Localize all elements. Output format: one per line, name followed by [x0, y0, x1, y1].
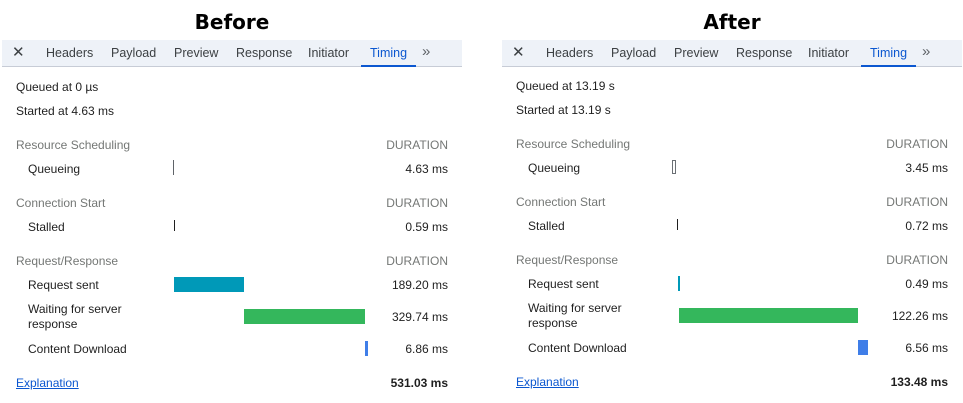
stalled-label: Stalled	[28, 220, 65, 234]
tab-preview[interactable]: Preview	[174, 40, 218, 66]
more-tabs-icon[interactable]: »	[422, 40, 430, 66]
download-value: 6.86 ms	[405, 342, 448, 356]
tab-response[interactable]: Response	[236, 40, 292, 66]
tab-response[interactable]: Response	[736, 40, 792, 66]
explanation-link[interactable]: Explanation	[16, 376, 79, 390]
request-sent-label: Request sent	[528, 277, 599, 291]
queueing-label: Queueing	[528, 161, 581, 175]
stalled-value: 0.72 ms	[905, 219, 948, 233]
section-resource-scheduling: Resource Scheduling	[16, 138, 131, 152]
duration-header: DURATION	[886, 195, 948, 209]
panel-title: Before	[194, 10, 270, 34]
queueing-label: Queueing	[28, 162, 81, 176]
total-duration: 133.48 ms	[890, 375, 948, 389]
more-tabs-icon[interactable]: »	[922, 40, 930, 66]
duration-header: DURATION	[386, 138, 448, 152]
stalled-label: Stalled	[528, 219, 565, 233]
started-at: Started at 13.19 s	[516, 103, 611, 117]
download-value: 6.56 ms	[905, 341, 948, 355]
tab-preview[interactable]: Preview	[674, 40, 718, 66]
waiting-value: 329.74 ms	[391, 310, 448, 324]
duration-header: DURATION	[886, 137, 948, 151]
panel-title: After	[703, 10, 761, 34]
section-request-response: Request/Response	[16, 254, 119, 268]
queueing-bar	[173, 160, 174, 175]
tab-bar: ✕ Headers Payload Preview Response Initi…	[502, 40, 962, 67]
request-sent-value: 189.20 ms	[391, 278, 448, 292]
request-sent-label: Request sent	[28, 278, 99, 292]
tab-payload[interactable]: Payload	[611, 40, 656, 66]
download-label: Content Download	[28, 342, 127, 356]
close-icon[interactable]: ✕	[12, 40, 25, 66]
queueing-value: 3.45 ms	[905, 161, 948, 175]
tab-payload[interactable]: Payload	[111, 40, 156, 66]
tab-initiator[interactable]: Initiator	[808, 40, 849, 66]
request-sent-value: 0.49 ms	[905, 277, 948, 291]
queueing-value: 4.63 ms	[405, 162, 448, 176]
section-request-response: Request/Response	[516, 253, 619, 267]
waiting-bar	[679, 308, 858, 323]
tab-headers[interactable]: Headers	[46, 40, 93, 66]
request-sent-bar	[678, 276, 680, 291]
waiting-bar	[244, 309, 365, 324]
tab-initiator[interactable]: Initiator	[308, 40, 349, 66]
tab-bar: ✕ Headers Payload Preview Response Initi…	[2, 40, 462, 67]
duration-header: DURATION	[386, 254, 448, 268]
waiting-label: Waiting for server response	[528, 301, 622, 330]
stalled-bar	[174, 220, 175, 231]
section-connection-start: Connection Start	[16, 196, 106, 210]
after-panel: After ✕ Headers Payload Preview Response…	[502, 0, 962, 403]
tab-timing[interactable]: Timing	[360, 40, 417, 67]
duration-header: DURATION	[386, 196, 448, 210]
download-label: Content Download	[528, 341, 627, 355]
stalled-value: 0.59 ms	[405, 220, 448, 234]
stalled-bar	[677, 219, 678, 230]
waiting-value: 122.26 ms	[891, 309, 948, 323]
section-resource-scheduling: Resource Scheduling	[516, 137, 631, 151]
download-bar	[858, 340, 868, 355]
request-sent-bar	[174, 277, 244, 292]
started-at: Started at 4.63 ms	[16, 104, 115, 118]
total-duration: 531.03 ms	[390, 376, 448, 390]
before-panel: Before ✕ Headers Payload Preview Respons…	[2, 0, 462, 403]
tab-timing[interactable]: Timing	[860, 40, 917, 67]
tab-headers[interactable]: Headers	[546, 40, 593, 66]
close-icon[interactable]: ✕	[512, 40, 525, 66]
queued-at: Queued at 13.19 s	[516, 79, 615, 93]
duration-header: DURATION	[886, 253, 948, 267]
section-connection-start: Connection Start	[516, 195, 606, 209]
queueing-bar	[672, 160, 676, 174]
explanation-link[interactable]: Explanation	[516, 375, 579, 389]
waiting-label: Waiting for server response	[28, 302, 122, 331]
queued-at: Queued at 0 µs	[16, 80, 99, 94]
